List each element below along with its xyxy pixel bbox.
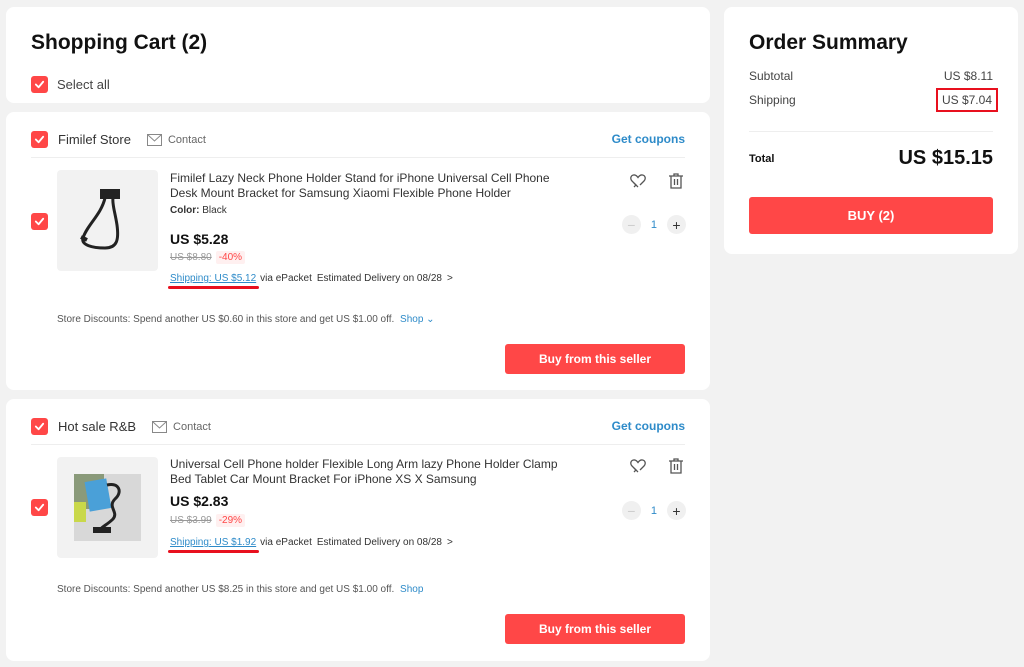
envelope-icon [152, 420, 168, 433]
quantity-value[interactable]: 1 [651, 219, 657, 231]
store-discount-text: Store Discounts: Spend another US $0.60 … [57, 314, 395, 325]
store-discount-info: Store Discounts: Spend another US $0.60 … [57, 314, 435, 325]
shipping-method: via ePacket [260, 537, 312, 548]
shipping-value: US $7.04 [935, 88, 999, 112]
wishlist-heart-icon[interactable] [629, 172, 647, 190]
shipping-label: Shipping [749, 93, 796, 107]
product-title[interactable]: Fimilef Lazy Neck Phone Holder Stand for… [170, 171, 565, 201]
store-header: Fimilef Store Contact [31, 131, 206, 148]
contact-link[interactable]: Contact [146, 133, 206, 146]
trash-icon[interactable] [667, 457, 685, 475]
trash-icon[interactable] [667, 172, 685, 190]
original-price-row: US $3.99 -29% [170, 514, 246, 527]
chevron-right-icon[interactable]: > [447, 273, 453, 284]
contact-label: Contact [173, 420, 211, 433]
wishlist-heart-icon[interactable] [629, 457, 647, 475]
store-header: Hot sale R&B Contact [31, 418, 211, 435]
flexible-arm-holder-image [74, 474, 141, 541]
shipping-method: via ePacket [260, 273, 312, 284]
order-summary: Order Summary Subtotal US $8.11 Shipping… [724, 7, 1018, 254]
chevron-down-icon: ⌄ [426, 314, 435, 325]
item-checkbox[interactable] [31, 499, 48, 516]
decrease-quantity-button[interactable]: − [621, 501, 641, 520]
cart-header: Shopping Cart (2) Select all [6, 7, 710, 103]
select-all-checkbox[interactable]: Select all [31, 76, 110, 93]
increase-quantity-button[interactable]: + [667, 215, 686, 234]
store-discount-info: Store Discounts: Spend another US $8.25 … [57, 584, 423, 595]
quantity-stepper: − 1 + [621, 215, 686, 234]
select-all-label: Select all [57, 77, 110, 92]
contact-label: Contact [167, 133, 206, 146]
item-actions [629, 457, 685, 475]
buy-all-button[interactable]: BUY (2) [749, 197, 993, 234]
store-name[interactable]: Hot sale R&B [58, 419, 136, 434]
product-color: Color: Black [170, 205, 227, 216]
product-price: US $2.83 [170, 493, 229, 509]
color-label: Color: [170, 205, 200, 216]
checkbox-checked-icon[interactable] [31, 76, 48, 93]
total-value: US $15.15 [898, 147, 993, 169]
discount-badge: -40% [215, 251, 246, 264]
original-price: US $8.80 [170, 252, 212, 263]
original-price-row: US $8.80 -40% [170, 251, 246, 264]
store-name[interactable]: Fimilef Store [58, 132, 131, 147]
product-image[interactable] [57, 457, 158, 558]
color-value: Black [202, 205, 227, 216]
envelope-icon [146, 133, 162, 146]
shipping-link[interactable]: Shipping: US $5.12 [167, 273, 260, 289]
total-label: Total [749, 153, 775, 165]
get-coupons-link[interactable]: Get coupons [612, 419, 685, 433]
store-card: Hot sale R&B Contact Get coupons Univers… [6, 399, 710, 661]
original-price: US $3.99 [170, 515, 212, 526]
divider [31, 444, 685, 445]
item-actions [629, 172, 685, 190]
store-checkbox[interactable] [31, 418, 48, 435]
product-image[interactable] [57, 170, 158, 271]
quantity-value[interactable]: 1 [651, 505, 657, 517]
shipping-link[interactable]: Shipping: US $1.92 [167, 537, 260, 553]
summary-title: Order Summary [749, 31, 908, 54]
delivery-estimate: Estimated Delivery on 08/28 [316, 273, 442, 284]
contact-link[interactable]: Contact [152, 420, 211, 433]
get-coupons-link[interactable]: Get coupons [612, 132, 685, 146]
buy-from-seller-button[interactable]: Buy from this seller [505, 614, 685, 644]
store-card: Fimilef Store Contact Get coupons Fimile… [6, 112, 710, 390]
quantity-stepper: − 1 + [621, 501, 686, 520]
subtotal-value: US $8.11 [943, 69, 993, 83]
store-checkbox[interactable] [31, 131, 48, 148]
decrease-quantity-button[interactable]: − [621, 215, 641, 234]
shipping-summary-row: Shipping US $7.04 [749, 88, 999, 112]
subtotal-label: Subtotal [749, 69, 794, 83]
shop-link[interactable]: Shop [400, 584, 423, 595]
item-checkbox[interactable] [31, 213, 48, 230]
shipping-row: Shipping: US $1.92 via ePacket Estimated… [167, 537, 453, 553]
chevron-right-icon[interactable]: > [447, 537, 453, 548]
store-discount-text: Store Discounts: Spend another US $8.25 … [57, 584, 395, 595]
divider [749, 131, 993, 132]
product-price: US $5.28 [170, 231, 229, 247]
shop-label: Shop [400, 314, 424, 325]
product-title[interactable]: Universal Cell Phone holder Flexible Lon… [170, 457, 565, 487]
shop-link[interactable]: Shop ⌄ [400, 314, 435, 325]
buy-from-seller-button[interactable]: Buy from this seller [505, 344, 685, 374]
page-title: Shopping Cart (2) [31, 31, 208, 54]
divider [31, 157, 685, 158]
delivery-estimate: Estimated Delivery on 08/28 [316, 537, 442, 548]
subtotal-row: Subtotal US $8.11 [749, 69, 993, 83]
shipping-row: Shipping: US $5.12 via ePacket Estimated… [167, 273, 453, 289]
increase-quantity-button[interactable]: + [667, 501, 686, 520]
neck-phone-holder-image [80, 189, 120, 250]
discount-badge: -29% [215, 514, 246, 527]
